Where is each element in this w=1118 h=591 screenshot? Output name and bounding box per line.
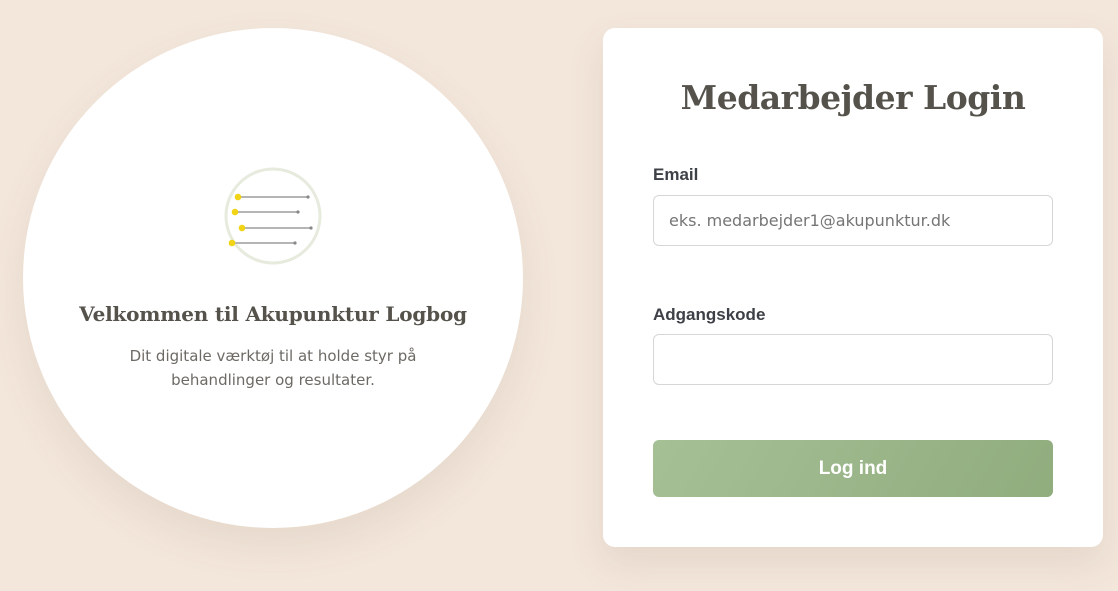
login-title: Medarbejder Login xyxy=(680,78,1026,117)
page: Velkommen til Akupunktur Logbog Dit digi… xyxy=(0,0,1118,591)
welcome-title: Velkommen til Akupunktur Logbog xyxy=(79,302,467,326)
password-label: Adgangskode xyxy=(653,305,766,324)
email-field[interactable] xyxy=(653,195,1053,246)
password-field[interactable] xyxy=(653,334,1053,385)
welcome-panel: Velkommen til Akupunktur Logbog Dit digi… xyxy=(23,28,523,528)
login-button[interactable]: Log ind xyxy=(653,440,1053,497)
acupuncture-needles-icon xyxy=(224,167,322,265)
login-card: Medarbejder Login Email Adgangskode Log … xyxy=(603,28,1103,547)
welcome-subtitle: Dit digitale værktøj til at holde styr p… xyxy=(129,347,417,389)
email-label: Email xyxy=(653,165,699,184)
